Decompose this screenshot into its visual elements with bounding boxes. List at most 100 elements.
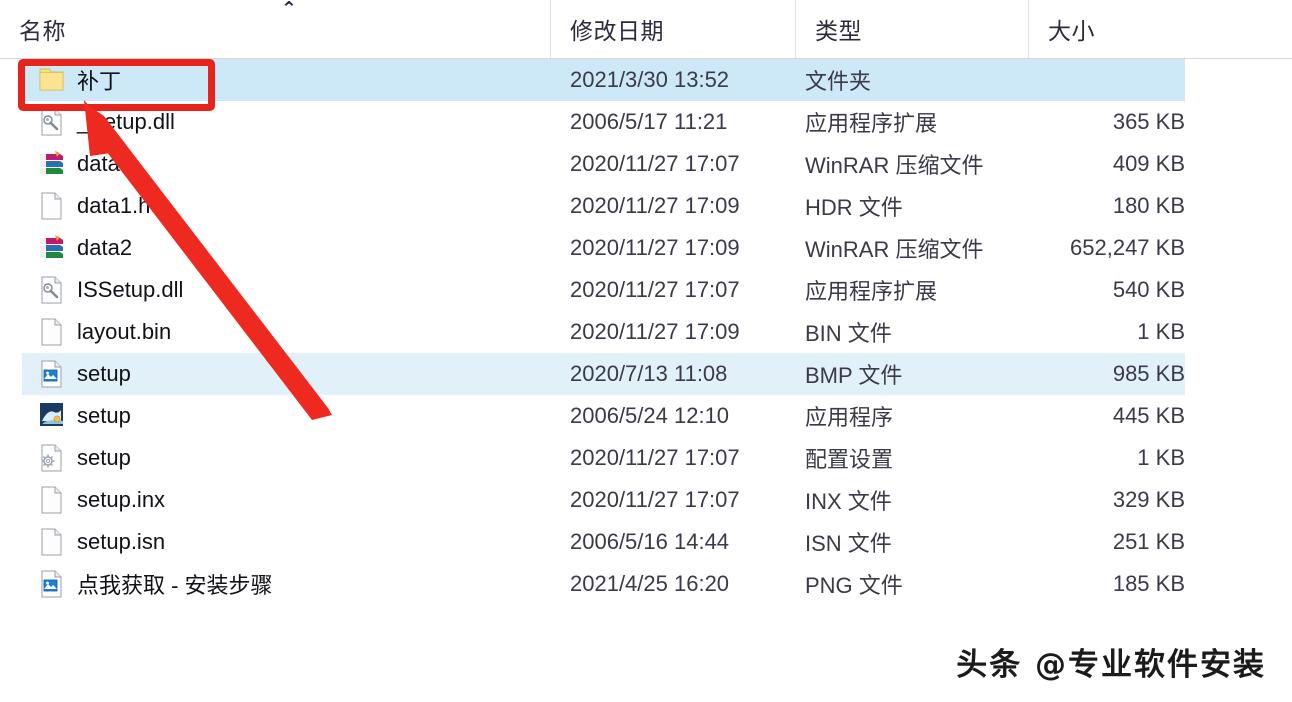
- gear-doc-icon: [38, 443, 65, 473]
- cell-modified-date: 2020/11/27 17:07: [570, 487, 740, 512]
- cell-file-name[interactable]: 补丁: [38, 59, 538, 101]
- column-header-date-label: 修改日期: [570, 18, 664, 44]
- cell-modified-date: 2020/11/27 17:09: [570, 235, 740, 260]
- cell-file-size: 251 KB: [1112, 529, 1185, 554]
- cell-file-name[interactable]: setup: [38, 437, 538, 479]
- cell-file-size: 985 KB: [1112, 361, 1185, 386]
- cell-file-size: 445 KB: [1112, 403, 1185, 428]
- folder-icon: [38, 65, 65, 95]
- cell-modified-date: 2006/5/16 14:44: [570, 529, 730, 554]
- file-list-rows: 补丁 2021/3/30 13:52 文件夹 _Setup.dll 2006/5/17 …: [0, 59, 1292, 605]
- cell-file-type: HDR 文件: [805, 195, 903, 220]
- cell-modified-date: 2020/11/27 17:07: [570, 151, 740, 176]
- image-doc-icon: [38, 359, 65, 389]
- cell-file-name[interactable]: 点我获取 - 安装步骤: [38, 563, 538, 605]
- file-list-view: 名称 修改日期 类型 大小 ⌃ 补丁 2021/3/30 13:52 文件夹 _Set…: [0, 0, 1292, 702]
- file-name-label: setup: [77, 361, 131, 386]
- file-name-label: setup.isn: [77, 529, 166, 554]
- column-header-date-cell[interactable]: 修改日期: [550, 0, 795, 58]
- table-row[interactable]: 补丁 2021/3/30 13:52 文件夹: [0, 59, 1292, 101]
- file-name-label: data2: [77, 235, 133, 260]
- dll-icon: [38, 275, 65, 305]
- dll-icon: [38, 107, 65, 137]
- cell-file-size: 1 KB: [1137, 319, 1185, 344]
- cell-modified-date: 2020/11/27 17:09: [570, 193, 740, 218]
- column-header-name-cell[interactable]: 名称: [0, 0, 550, 58]
- cell-file-type: WinRAR 压缩文件: [805, 237, 984, 262]
- winrar-icon: [38, 233, 65, 263]
- column-header-size-label: 大小: [1048, 18, 1095, 44]
- cell-modified-date: 2020/7/13 11:08: [570, 361, 728, 386]
- file-name-label: data1: [77, 151, 133, 176]
- cell-modified-date: 2006/5/24 12:10: [570, 403, 730, 428]
- column-header-name-label: 名称: [19, 18, 66, 44]
- table-row[interactable]: setup 2020/7/13 11:08 BMP 文件 985 KB: [0, 353, 1292, 395]
- cell-file-type: PNG 文件: [805, 573, 903, 598]
- table-row[interactable]: setup 2006/5/24 12:10 应用程序 445 KB: [0, 395, 1292, 437]
- cell-file-type: 应用程序扩展: [805, 111, 938, 136]
- blank-doc-icon: [38, 317, 65, 347]
- table-row[interactable]: data1.hdr 2020/11/27 17:09 HDR 文件 180 KB: [0, 185, 1292, 227]
- cell-file-name[interactable]: _Setup.dll: [38, 101, 538, 143]
- table-row[interactable]: setup 2020/11/27 17:07 配置设置 1 KB: [0, 437, 1292, 479]
- cell-file-size: 652,247 KB: [1070, 235, 1185, 260]
- cell-file-size: 540 KB: [1112, 277, 1185, 302]
- cell-file-type: 配置设置: [805, 447, 894, 472]
- cell-file-name[interactable]: layout.bin: [38, 311, 538, 353]
- cell-file-name[interactable]: ISSetup.dll: [38, 269, 538, 311]
- table-row[interactable]: data2 2020/11/27 17:09 WinRAR 压缩文件 652,247 …: [0, 227, 1292, 269]
- image-doc-icon: [38, 569, 65, 599]
- cell-file-name[interactable]: data1: [38, 143, 538, 185]
- winrar-icon: [38, 149, 65, 179]
- cell-file-size: 365 KB: [1112, 109, 1185, 134]
- cell-file-type: INX 文件: [805, 489, 892, 514]
- cell-modified-date: 2020/11/27 17:07: [570, 277, 740, 302]
- cell-modified-date: 2006/5/17 11:21: [570, 109, 728, 134]
- cell-file-type: ISN 文件: [805, 531, 892, 556]
- table-row[interactable]: ISSetup.dll 2020/11/27 17:07 应用程序扩展 540 KB: [0, 269, 1292, 311]
- cell-file-size: 185 KB: [1112, 571, 1185, 596]
- column-header-type-label: 类型: [815, 18, 862, 44]
- table-row[interactable]: 点我获取 - 安装步骤 2021/4/25 16:20 PNG 文件 185 KB: [0, 563, 1292, 605]
- table-row[interactable]: setup.inx 2020/11/27 17:07 INX 文件 329 KB: [0, 479, 1292, 521]
- cell-file-name[interactable]: data1.hdr: [38, 185, 538, 227]
- table-row[interactable]: layout.bin 2020/11/27 17:09 BIN 文件 1 KB: [0, 311, 1292, 353]
- blank-doc-icon: [38, 527, 65, 557]
- file-name-label: _Setup.dll: [77, 109, 175, 134]
- file-name-label: 补丁: [77, 69, 122, 94]
- file-name-label: ISSetup.dll: [77, 277, 184, 302]
- column-header-bar: 名称 修改日期 类型 大小 ⌃: [0, 0, 1292, 59]
- blank-doc-icon: [38, 191, 65, 221]
- table-row[interactable]: setup.isn 2006/5/16 14:44 ISN 文件 251 KB: [0, 521, 1292, 563]
- cell-modified-date: 2020/11/27 17:07: [570, 445, 740, 470]
- cell-file-size: 180 KB: [1112, 193, 1185, 218]
- installer-exe-icon: [38, 401, 65, 431]
- table-row[interactable]: data1 2020/11/27 17:07 WinRAR 压缩文件 409 KB: [0, 143, 1292, 185]
- cell-file-name[interactable]: data2: [38, 227, 538, 269]
- cell-file-name[interactable]: setup.isn: [38, 521, 538, 563]
- file-name-label: setup: [77, 403, 131, 428]
- cell-modified-date: 2021/4/25 16:20: [570, 571, 730, 596]
- sort-ascending-icon: ⌃: [281, 0, 297, 20]
- cell-file-type: 应用程序扩展: [805, 279, 938, 304]
- table-row[interactable]: _Setup.dll 2006/5/17 11:21 应用程序扩展 365 KB: [0, 101, 1292, 143]
- cell-file-type: BMP 文件: [805, 363, 903, 388]
- cell-modified-date: 2021/3/30 13:52: [570, 67, 730, 92]
- cell-file-size: 329 KB: [1112, 487, 1185, 512]
- cell-modified-date: 2020/11/27 17:09: [570, 319, 740, 344]
- blank-doc-icon: [38, 485, 65, 515]
- cell-file-type: 文件夹: [805, 69, 872, 94]
- cell-file-name[interactable]: setup.inx: [38, 479, 538, 521]
- cell-file-size: 1 KB: [1137, 445, 1185, 470]
- file-name-label: setup.inx: [77, 487, 166, 512]
- file-name-label: data1.hdr: [77, 193, 170, 218]
- cell-file-name[interactable]: setup: [38, 353, 538, 395]
- cell-file-name[interactable]: setup: [38, 395, 538, 437]
- cell-file-type: 应用程序: [805, 405, 894, 430]
- file-name-label: layout.bin: [77, 319, 172, 344]
- file-name-label: setup: [77, 445, 131, 470]
- column-header-type-cell[interactable]: 类型: [795, 0, 1028, 58]
- file-name-label: 点我获取 - 安装步骤: [77, 573, 273, 598]
- column-header-size-cell[interactable]: 大小: [1028, 0, 1190, 58]
- cell-file-size: [1020, 59, 1185, 101]
